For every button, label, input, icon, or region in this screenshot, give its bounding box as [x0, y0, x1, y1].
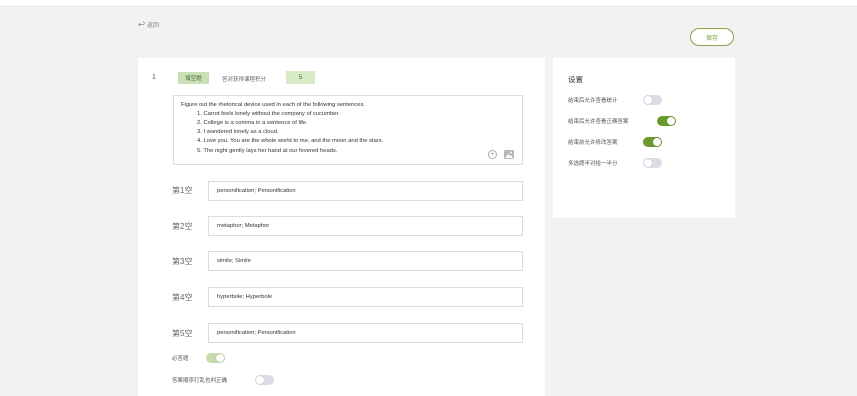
setting-label: 结束后允许查看正确答案: [568, 119, 629, 125]
image-icon[interactable]: [504, 150, 514, 159]
question-line: 1. Carrot feels lonely without the compa…: [197, 111, 340, 117]
question-line: 5. The night gently lays her hand at our…: [197, 148, 338, 154]
question-editor[interactable]: Figure out the rhetorical device used in…: [173, 95, 523, 165]
question-line: 3. I wandered lonely as a cloud.: [197, 129, 279, 135]
toggle-knob: [216, 354, 224, 362]
setting-label: 多选题半对给一半分: [568, 161, 618, 167]
toggle-knob: [256, 376, 264, 384]
toggle-knob: [667, 117, 675, 125]
blank-answer-input[interactable]: simile; Simile: [208, 251, 523, 271]
blank-label: 第4空: [172, 293, 193, 302]
toggle-knob: [644, 96, 652, 104]
back-arrow-icon: [138, 21, 145, 27]
save-button[interactable]: 保存: [690, 28, 734, 46]
blank-answer-input[interactable]: hyperbole; Hyperbole: [208, 287, 523, 307]
back-link[interactable]: 返回: [138, 20, 159, 29]
blank-label: 第3空: [172, 257, 193, 266]
score-input[interactable]: 5: [286, 71, 315, 84]
back-label: 返回: [147, 23, 160, 29]
required-label: 必答题: [172, 356, 189, 362]
setting-toggle-view-answer[interactable]: [657, 116, 676, 126]
question-number: 1: [152, 74, 156, 81]
score-label: 答对获得课程积分: [222, 77, 267, 83]
toggle-knob: [644, 159, 652, 167]
blank-answer-input[interactable]: personification; Personification: [208, 323, 523, 343]
add-circle-icon[interactable]: +: [488, 150, 497, 159]
question-line: Figure out the rhetorical device used in…: [181, 102, 366, 108]
blank-label: 第5空: [172, 329, 193, 338]
setting-toggle-half-score[interactable]: [643, 158, 662, 168]
question-line: 2. College is a comma in a sentence of l…: [197, 120, 308, 126]
question-type-badge[interactable]: 填空题: [178, 72, 209, 84]
setting-toggle-modify-answer[interactable]: [643, 137, 662, 147]
required-toggle[interactable]: [206, 353, 225, 363]
blank-answer-input[interactable]: metaphor; Metaphor: [208, 216, 523, 236]
question-card: 1 填空题 答对获得课程积分 5 Figure out the rhetoric…: [138, 58, 545, 396]
settings-panel: 设置 结束后允许查看统计 结束后允许查看正确答案 结束前允许修改答案 多选题半对…: [553, 58, 735, 218]
top-bar: [0, 0, 857, 7]
setting-label: 结束前允许修改答案: [568, 140, 618, 146]
settings-title: 设置: [568, 75, 583, 84]
shuffle-order-toggle[interactable]: [255, 375, 274, 385]
blank-label: 第1空: [172, 186, 193, 195]
setting-label: 结束后允许查看统计: [568, 98, 618, 104]
blank-label: 第2空: [172, 222, 193, 231]
blank-answer-input[interactable]: personification; Personification: [208, 181, 523, 201]
shuffle-order-label: 答案顺序打乱也判正确: [172, 378, 228, 384]
question-line: 4. Love you. You are the whole world to …: [197, 138, 384, 144]
setting-toggle-view-stats[interactable]: [643, 95, 662, 105]
toggle-knob: [653, 138, 661, 146]
